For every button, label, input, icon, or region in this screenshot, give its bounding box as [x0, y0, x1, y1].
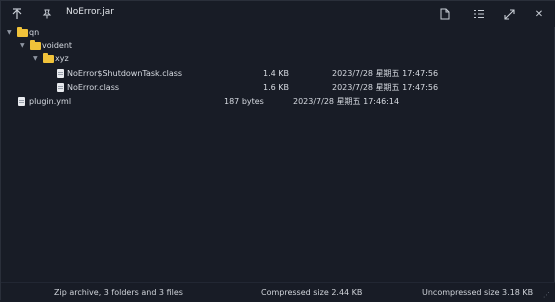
- close-button[interactable]: ✕: [531, 6, 547, 22]
- collapse-caret-icon[interactable]: ▼: [33, 53, 38, 65]
- tree-row-file[interactable]: plugin.yml 187 bytes 2023/7/28 星期五 17:46…: [1, 96, 555, 108]
- file-date: 2023/7/28 星期五 17:46:14: [293, 97, 400, 106]
- folder-name: qn: [29, 28, 40, 37]
- title-bar: NoError.jar ✕: [1, 1, 555, 27]
- folder-icon: [17, 27, 28, 37]
- file-icon: [57, 69, 64, 78]
- page-icon[interactable]: [437, 6, 453, 22]
- archive-window: NoError.jar ✕ ▼ qn ▼ voident ▼ xyz NoErr…: [0, 0, 555, 302]
- expand-icon[interactable]: [501, 6, 517, 22]
- tree-row-file[interactable]: NoError.class 1.6 KB 2023/7/28 星期五 17:47…: [1, 82, 555, 94]
- file-icon: [18, 97, 25, 106]
- tree-row-voident[interactable]: ▼ voident: [1, 40, 555, 52]
- folder-name: xyz: [55, 54, 69, 63]
- pin-icon[interactable]: [39, 6, 55, 22]
- status-bar: Zip archive, 3 folders and 3 files Compr…: [1, 282, 555, 302]
- folder-icon: [43, 53, 54, 63]
- file-size: 1.6 KB: [263, 83, 289, 92]
- file-name: NoError.class: [67, 83, 120, 92]
- list-icon[interactable]: [471, 6, 487, 22]
- tree-row-file[interactable]: NoError$ShutdownTask.class 1.4 KB 2023/7…: [1, 68, 555, 80]
- uncompressed-size: Uncompressed size 3.18 KB: [422, 288, 534, 297]
- file-name: plugin.yml: [29, 97, 72, 106]
- archive-summary: Zip archive, 3 folders and 3 files: [54, 288, 183, 297]
- resize-grip-icon[interactable]: ⋰: [543, 291, 551, 299]
- file-icon: [57, 83, 64, 92]
- file-name: NoError$ShutdownTask.class: [67, 69, 183, 78]
- tree-row-qn[interactable]: ▼ qn: [1, 27, 555, 39]
- file-size: 187 bytes: [224, 97, 264, 106]
- file-date: 2023/7/28 星期五 17:47:56: [332, 83, 439, 92]
- window-title: NoError.jar: [66, 7, 114, 17]
- compressed-size: Compressed size 2.44 KB: [261, 288, 363, 297]
- folder-name: voident: [42, 41, 73, 50]
- collapse-caret-icon[interactable]: ▼: [20, 40, 25, 52]
- collapse-caret-icon[interactable]: ▼: [7, 27, 12, 39]
- file-size: 1.4 KB: [263, 69, 289, 78]
- arrow-up-icon[interactable]: [9, 6, 25, 22]
- folder-icon: [30, 40, 41, 50]
- tree-row-xyz[interactable]: ▼ xyz: [1, 53, 555, 65]
- file-tree: ▼ qn ▼ voident ▼ xyz NoError$ShutdownTas…: [1, 27, 555, 282]
- file-date: 2023/7/28 星期五 17:47:56: [332, 69, 439, 78]
